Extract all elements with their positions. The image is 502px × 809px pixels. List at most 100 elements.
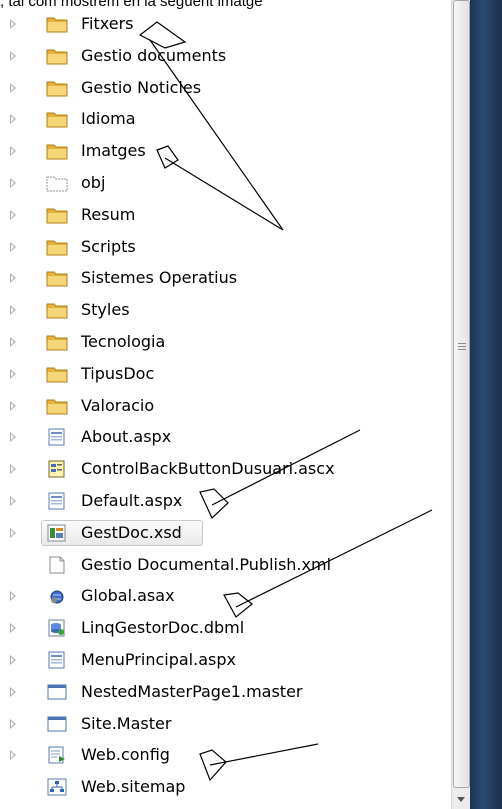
folder-icon (46, 238, 68, 256)
tree-item[interactable]: ControlBackButtonDusuari.ascx (0, 456, 440, 482)
tree-item-label: Gestio Noticies (81, 77, 202, 97)
tree-item-label: Scripts (81, 236, 136, 256)
tree-item-label: Resum (81, 204, 136, 224)
scrollbar-grip-icon (458, 341, 466, 351)
tree-item[interactable]: NestedMasterPage1.master (0, 679, 440, 705)
expand-arrow-icon[interactable] (10, 178, 16, 188)
solution-explorer-tree: Fitxers Gestio documents Gestio Noticies Id… (0, 0, 450, 809)
tree-item[interactable]: Global.asax (0, 583, 440, 609)
tree-item-label: Tecnologia (81, 332, 166, 351)
tree-item-label: Global.asax (81, 586, 175, 606)
expand-arrow-icon[interactable] (10, 209, 16, 220)
tree-item-label: About.aspx (81, 427, 172, 447)
folder-icon (46, 15, 68, 33)
tree-item-label: Default.aspx (81, 491, 183, 510)
expand-arrow-icon[interactable] (10, 305, 16, 316)
master-page-icon (46, 683, 68, 701)
expand-arrow-icon[interactable] (10, 591, 16, 602)
tree-item-label: Gestio documents (81, 45, 227, 65)
file-icon (46, 556, 68, 574)
tree-item[interactable]: Gestio Documental.Publish.xml (0, 552, 440, 578)
expand-arrow-icon[interactable] (10, 114, 16, 125)
expand-arrow-icon[interactable] (10, 527, 16, 538)
folder-icon (46, 397, 68, 415)
folder-icon (46, 269, 68, 287)
folder-icon (46, 110, 68, 128)
folder-icon (46, 301, 68, 319)
expand-arrow-icon[interactable] (10, 337, 16, 347)
expand-arrow-icon[interactable] (10, 368, 16, 379)
tree-item[interactable]: GestDoc.xsd (0, 519, 440, 546)
tree-item-label: Idioma (81, 109, 136, 129)
config-icon (46, 746, 68, 764)
tree-item[interactable]: LinqGestorDoc.dbml (0, 615, 440, 641)
folder-icon (46, 365, 68, 383)
tree-item-label: obj (81, 173, 106, 192)
expand-arrow-icon[interactable] (10, 82, 16, 93)
tree-item[interactable]: MenuPrincipal.aspx (0, 647, 440, 673)
dataset-icon (46, 524, 68, 542)
tree-item-label: Styles (81, 300, 130, 320)
vertical-scrollbar[interactable] (451, 0, 470, 809)
folder-icon (46, 79, 68, 97)
tree-item[interactable]: Imatges (0, 138, 440, 164)
expand-arrow-icon[interactable] (10, 50, 16, 61)
tree-item[interactable]: About.aspx (0, 424, 440, 450)
aspx-file-icon (46, 651, 68, 669)
expand-arrow-icon[interactable] (10, 623, 16, 634)
expand-arrow-icon[interactable] (10, 241, 16, 252)
tree-item-label: ControlBackButtonDusuari.ascx (81, 459, 335, 479)
tree-item[interactable]: Idioma (0, 106, 440, 132)
editor-background-panel (470, 0, 502, 809)
expand-arrow-icon[interactable] (10, 19, 16, 29)
tree-item-label: Gestio Documental.Publish.xml (81, 554, 332, 574)
folder-icon (46, 333, 68, 351)
expand-arrow-icon[interactable] (10, 432, 16, 443)
tree-item-label: GestDoc.xsd (81, 522, 182, 542)
tree-item-label: Fitxers (81, 14, 134, 33)
folder-icon (46, 142, 68, 160)
expand-arrow-icon[interactable] (10, 464, 16, 475)
tree-item-label: Web.config (81, 745, 170, 765)
scroll-down-arrow-icon[interactable] (457, 797, 465, 802)
tree-item[interactable]: Resum (0, 202, 440, 228)
folder-icon (46, 47, 68, 65)
global-asax-icon (46, 587, 68, 605)
expand-arrow-icon[interactable] (10, 686, 16, 697)
expand-arrow-icon[interactable] (10, 750, 16, 761)
sitemap-icon (46, 778, 68, 796)
tree-item[interactable]: Sistemes Operatius (0, 265, 440, 291)
tree-item[interactable]: obj (0, 170, 440, 196)
tree-item-label: Site.Master (81, 713, 172, 733)
tree-item[interactable]: Default.aspx (0, 488, 440, 514)
tree-item-label: TipusDoc (81, 363, 155, 383)
expand-arrow-icon[interactable] (10, 655, 16, 665)
expand-arrow-icon[interactable] (10, 496, 16, 506)
expand-arrow-icon[interactable] (10, 273, 16, 284)
tree-item[interactable]: Gestio Noticies (0, 75, 440, 101)
expand-arrow-icon[interactable] (10, 146, 16, 157)
tree-item[interactable]: Fitxers (0, 11, 440, 37)
aspx-file-icon (46, 492, 68, 510)
tree-item[interactable]: Tecnologia (0, 329, 440, 355)
tree-item-label: LinqGestorDoc.dbml (81, 618, 245, 638)
expand-arrow-icon[interactable] (10, 400, 16, 411)
user-control-icon (46, 460, 68, 478)
tree-item[interactable]: Web.sitemap (0, 774, 440, 800)
master-page-icon (46, 715, 68, 733)
tree-item[interactable]: Valoracio (0, 393, 440, 419)
tree-item[interactable]: Styles (0, 297, 440, 323)
tree-item[interactable]: Web.config (0, 742, 440, 768)
expand-arrow-icon[interactable] (10, 718, 16, 729)
tree-item-label: Imatges (81, 141, 146, 161)
tree-item-label: MenuPrincipal.aspx (81, 650, 236, 669)
tree-item[interactable]: Site.Master (0, 711, 440, 737)
folder-icon (46, 206, 68, 224)
tree-item[interactable]: TipusDoc (0, 361, 440, 387)
tree-item-label: Sistemes Operatius (81, 268, 238, 288)
dbml-icon (46, 619, 68, 637)
scrollbar-thumb[interactable] (453, 0, 470, 788)
hidden-folder-icon (46, 174, 68, 192)
tree-item[interactable]: Scripts (0, 234, 440, 260)
tree-item[interactable]: Gestio documents (0, 43, 440, 69)
